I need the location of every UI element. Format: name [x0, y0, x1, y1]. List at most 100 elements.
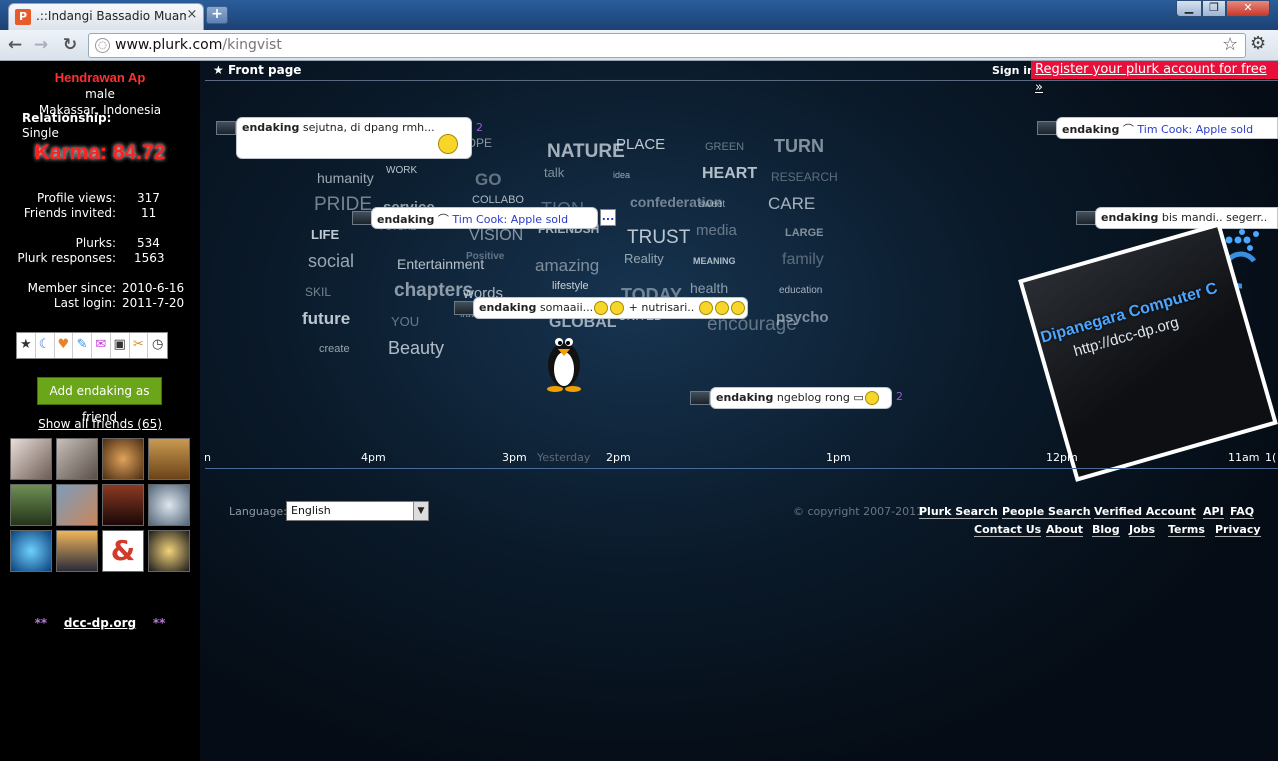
footer-link-terms[interactable]: Terms	[1168, 523, 1205, 537]
plurk-response-count[interactable]: 2	[476, 121, 483, 134]
timeline-axis[interactable]	[205, 468, 1278, 469]
plurk-avatar[interactable]	[352, 211, 372, 225]
front-page-link[interactable]: ★ Front page	[213, 63, 301, 77]
new-tab-button[interactable]: +	[206, 6, 228, 24]
plurk-response-count[interactable]: 2	[896, 390, 903, 403]
footer-link-jobs[interactable]: Jobs	[1129, 523, 1156, 537]
chat-badge-icon[interactable]: ✉	[92, 333, 111, 358]
wordcloud-word: lifestyle	[552, 280, 589, 292]
friend-avatar[interactable]	[148, 484, 190, 526]
tab-close-icon[interactable]: ×	[185, 7, 199, 23]
friend-avatar[interactable]	[56, 438, 98, 480]
browser-toolbar: ← → ↻ ◌ www.plurk.com/kingvist ☆ ⚙	[0, 30, 1278, 61]
friend-avatar[interactable]	[10, 438, 52, 480]
star-badge-icon[interactable]: ★	[17, 333, 36, 358]
show-all-friends-link[interactable]: Show all friends (65)	[0, 417, 200, 431]
plurk-avatar[interactable]	[1037, 121, 1057, 135]
plurk-avatar[interactable]	[216, 121, 236, 135]
friend-avatar[interactable]	[102, 438, 144, 480]
camera-badge-icon[interactable]: ▣	[111, 333, 130, 358]
plurk-item[interactable]: endaking ⌒ Tim Cook: Apple sold	[1056, 117, 1278, 139]
plurk-text: bis mandi.. segerr..	[1161, 211, 1268, 224]
profile-sidebar: Hendrawan Ap male Makassar, Indonesia Re…	[0, 61, 200, 761]
pencil-badge-icon[interactable]: ✎	[73, 333, 92, 358]
plurk-user[interactable]: endaking	[242, 121, 299, 134]
moon-badge-icon[interactable]: ☾	[36, 333, 55, 358]
wordcloud-word: psycho	[776, 308, 829, 326]
footer-link-privacy[interactable]: Privacy	[1215, 523, 1261, 537]
stat-value-plurk-responses: 1563	[134, 251, 165, 265]
chevron-down-icon[interactable]: ▼	[413, 502, 428, 520]
plurk-user[interactable]: endaking	[479, 301, 536, 314]
browser-tab[interactable]: P .::Indangi Bassadio Muame ×	[8, 3, 204, 30]
timeline-label: 1(	[1265, 451, 1277, 464]
friend-avatar[interactable]	[56, 484, 98, 526]
wrench-icon[interactable]: ⚙	[1250, 33, 1266, 54]
friend-avatar[interactable]	[148, 530, 190, 572]
plurk-item[interactable]: endaking ⌒ Tim Cook: Apple sold	[371, 207, 598, 229]
plurk-user[interactable]: endaking	[1101, 211, 1158, 224]
register-link[interactable]: Register your plurk account for free »	[1031, 61, 1278, 95]
plurk-avatar[interactable]	[690, 391, 710, 405]
plurk-more-button[interactable]: ...	[600, 209, 616, 226]
wordcloud-word: media	[696, 222, 737, 240]
wordcloud-word: VISION	[469, 227, 524, 245]
tab-title: .::Indangi Bassadio Muame	[36, 9, 186, 23]
window-maximize-button[interactable]: ❐	[1202, 0, 1226, 17]
plurk-user[interactable]: endaking	[1062, 123, 1119, 136]
star-icon: ★	[213, 63, 224, 77]
footer-stars-right: **	[152, 616, 166, 630]
address-bar[interactable]: ◌ www.plurk.com/kingvist ☆	[88, 33, 1246, 58]
profile-gender: male	[85, 87, 115, 101]
stat-label-member-since: Member since:	[27, 281, 116, 295]
language-select[interactable]: English ▼	[286, 501, 429, 521]
forward-arrow-icon[interactable]: →	[30, 35, 52, 57]
footer-link-contact-us[interactable]: Contact Us	[974, 523, 1042, 537]
stat-value-plurks: 534	[137, 236, 160, 250]
plurk-item[interactable]: endaking somaaii... + nutrisari..	[473, 297, 748, 319]
wordcloud-word: TURN	[774, 136, 824, 156]
timeline-label: 3pm	[502, 451, 527, 464]
wordcloud-word: family	[782, 251, 824, 269]
friend-avatar[interactable]	[148, 438, 190, 480]
window-minimize-button[interactable]: ▁	[1176, 0, 1202, 17]
sign-in-link[interactable]: Sign in	[992, 64, 1035, 77]
footer-link-api[interactable]: API	[1203, 505, 1224, 519]
smiley-icon	[610, 301, 625, 315]
wordcloud-word: HEART	[702, 164, 758, 182]
footer-link-blog[interactable]: Blog	[1092, 523, 1120, 537]
plurk-avatar[interactable]	[454, 301, 474, 315]
timeline-label: 12pm	[1046, 451, 1078, 464]
reload-icon[interactable]: ↻	[59, 35, 81, 57]
plurk-item[interactable]: endaking ngeblog rong ▭	[710, 387, 892, 409]
wordcloud-word: LARGE	[785, 227, 824, 240]
wordcloud-word: sweet	[699, 198, 726, 210]
back-arrow-icon[interactable]: ←	[4, 35, 26, 57]
footer-link-verified-account[interactable]: Verified Account	[1094, 505, 1196, 519]
dcc-dp-link[interactable]: dcc-dp.org	[64, 616, 136, 630]
url-text[interactable]: www.plurk.com/kingvist	[115, 37, 282, 53]
friend-avatar[interactable]: &	[102, 530, 144, 572]
friend-avatar[interactable]	[10, 530, 52, 572]
add-friend-button[interactable]: Add endaking as friend	[37, 377, 162, 424]
friend-avatar[interactable]	[102, 484, 144, 526]
sidebar-footer: ** dcc-dp.org **	[0, 616, 200, 630]
plurk-link[interactable]: Tim Cook: Apple sold	[452, 213, 568, 226]
heart-badge-icon[interactable]: ♥	[55, 333, 74, 358]
footer-link-plurk-search[interactable]: Plurk Search	[919, 505, 998, 519]
plurk-user[interactable]: endaking	[716, 391, 773, 404]
plurk-avatar[interactable]	[1076, 211, 1096, 225]
plurk-item[interactable]: endaking sejutna, di dpang rmh...	[236, 117, 472, 159]
footer-link-faq[interactable]: FAQ	[1230, 505, 1255, 519]
bookmark-star-icon[interactable]: ☆	[1222, 34, 1238, 55]
plurk-link[interactable]: Tim Cook: Apple sold	[1137, 123, 1253, 136]
window-close-button[interactable]: ✕	[1226, 0, 1270, 17]
friend-avatar[interactable]	[56, 530, 98, 572]
plurk-user[interactable]: endaking	[377, 213, 434, 226]
wrench-badge-icon[interactable]: ✂	[130, 333, 149, 358]
clock-badge-icon[interactable]: ◷	[148, 333, 167, 358]
footer-link-people-search[interactable]: People Search	[1002, 505, 1091, 519]
friend-avatar[interactable]	[10, 484, 52, 526]
footer-link-about[interactable]: About	[1046, 523, 1084, 537]
stat-value-profile-views: 317	[137, 191, 160, 205]
